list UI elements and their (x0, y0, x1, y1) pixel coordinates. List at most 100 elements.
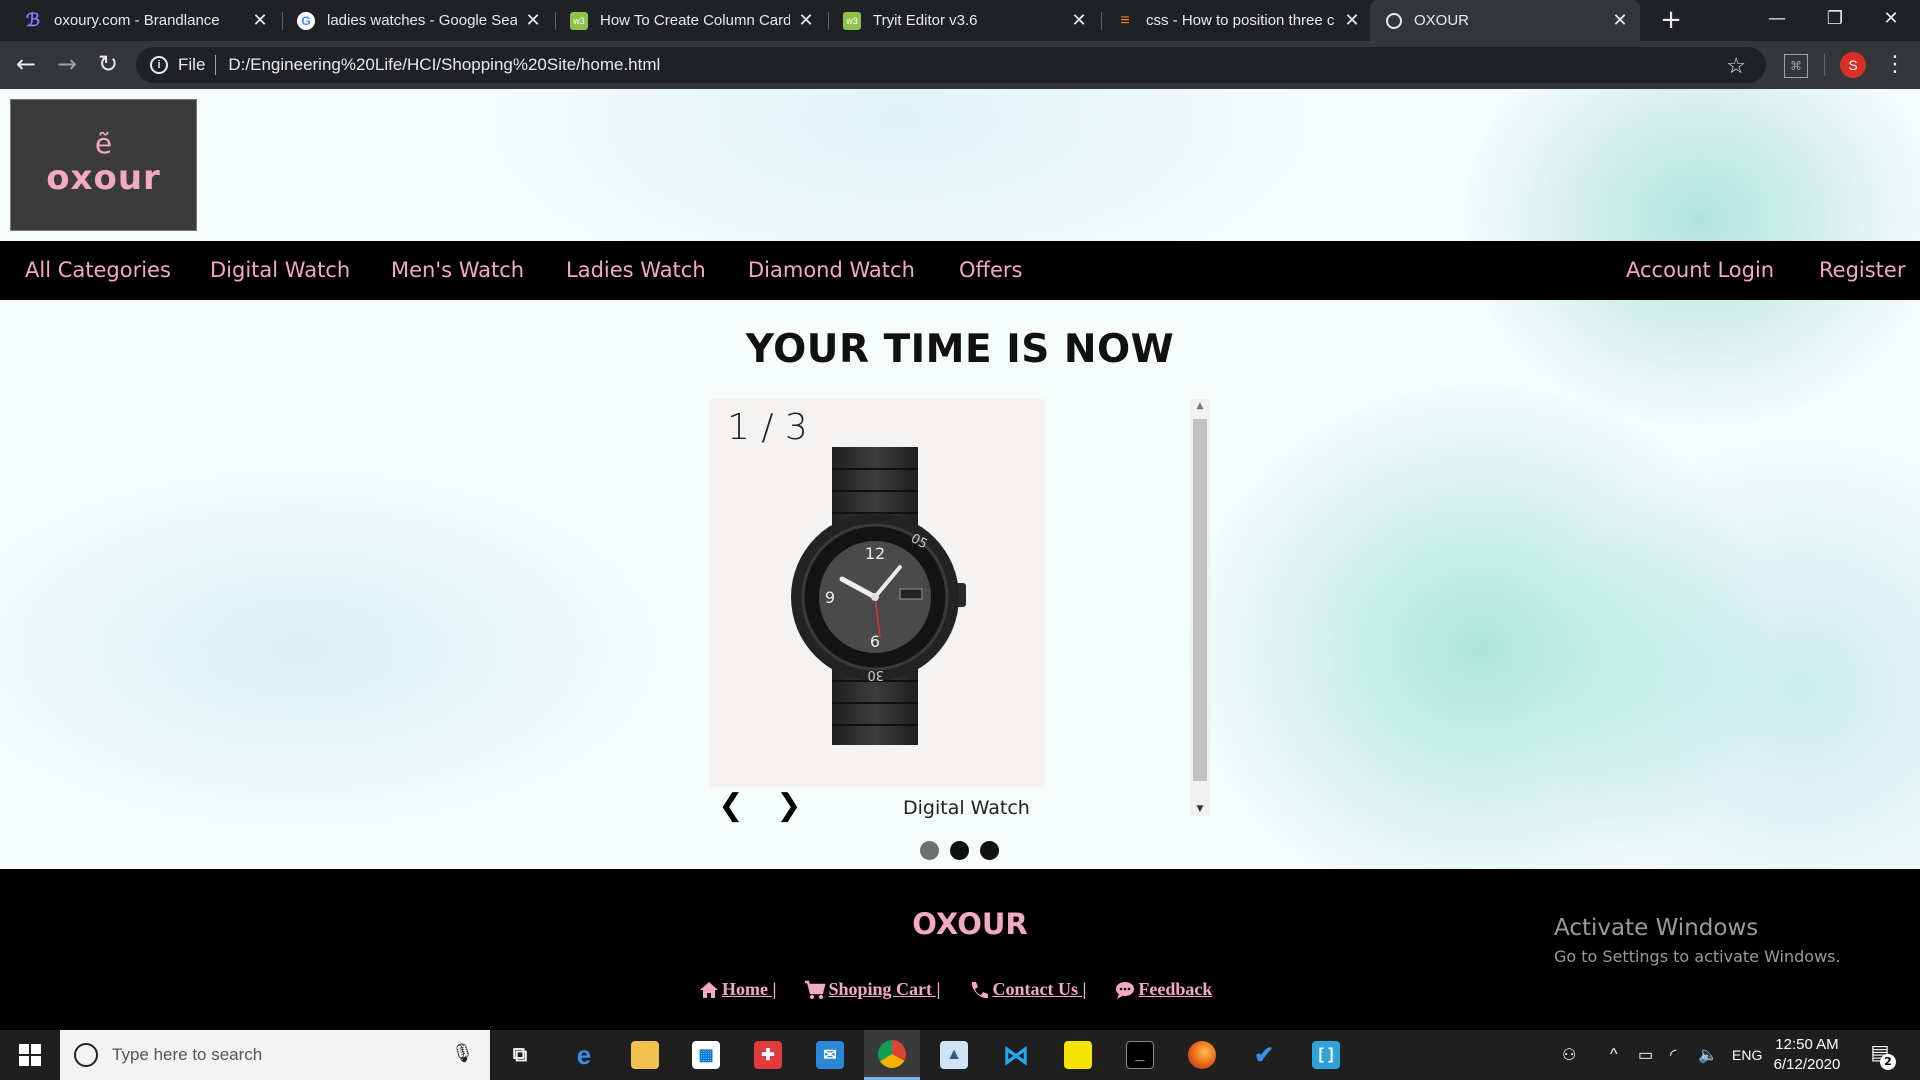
address-separator (215, 55, 217, 75)
action-center-icon[interactable]: ▤ 2 (1864, 1040, 1896, 1070)
start-button[interactable] (0, 1030, 60, 1080)
kebab-menu-icon[interactable]: ⋮ (1884, 50, 1906, 80)
logo-text: oxour (46, 158, 161, 198)
footer-link-home[interactable]: Home | (698, 979, 776, 1000)
sticky-note-icon (1064, 1041, 1092, 1069)
scheme-label: File (178, 55, 206, 74)
taskbar-file-explorer[interactable] (617, 1030, 673, 1080)
tab-oxour[interactable]: OXOUR ✕ (1370, 0, 1640, 41)
chrome-icon (878, 1039, 906, 1068)
footer-links: Home | Shoping Cart | Contact Us | Feedb… (698, 979, 1212, 1000)
slideshow-container[interactable]: 1 / 3 12 6 9 05 30 Digital Watch ❮ ❯ ▲ ▼ (710, 399, 1210, 821)
slide-dot-3[interactable] (980, 841, 999, 860)
people-icon[interactable]: ⚇ (1562, 1030, 1576, 1080)
hero-title: YOUR TIME IS NOW (745, 327, 1175, 372)
slideshow-scrollbar[interactable]: ▲ ▼ (1190, 399, 1210, 816)
taskbar-photos[interactable]: ▲ (926, 1030, 982, 1080)
restore-button[interactable]: ❐ (1806, 0, 1864, 41)
taskbar-gift-app[interactable]: ✚ (740, 1030, 796, 1080)
task-view-button[interactable]: ⧉ (492, 1030, 548, 1080)
minimize-button[interactable]: — (1748, 0, 1806, 41)
tab-brandlance[interactable]: ℬ oxoury.com - Brandlance ✕ (0, 0, 280, 41)
activate-windows-watermark: Activate Windows Go to Settings to activ… (1554, 915, 1841, 966)
gift-icon: ✚ (754, 1041, 782, 1069)
tab-stackoverflow[interactable]: ≡ css - How to position three c ✕ (1092, 0, 1372, 41)
slide-dot-2[interactable] (950, 841, 969, 860)
tab-close-icon[interactable]: ✕ (523, 10, 543, 31)
prev-slide-button[interactable]: ❮ (716, 791, 746, 821)
slide-dots (920, 841, 999, 860)
bracket-app-icon: [ ] (1312, 1041, 1340, 1069)
profile-avatar[interactable]: S (1840, 52, 1866, 78)
terminal-icon: _ (1126, 1041, 1154, 1069)
forward-arrow-icon[interactable]: → (51, 49, 83, 81)
taskbar-chrome[interactable] (864, 1030, 920, 1080)
nav-account-login[interactable]: Account Login (1626, 241, 1774, 300)
nav-all-categories[interactable]: All Categories (25, 241, 171, 300)
stackoverflow-icon: ≡ (1120, 11, 1130, 29)
address-bar[interactable]: i File D:/Engineering%20Life/HCI/Shoppin… (136, 47, 1766, 83)
bookmark-star-icon[interactable]: ☆ (1726, 53, 1746, 79)
edge-icon: e (576, 1039, 592, 1070)
taskbar-mail[interactable]: ✉ (802, 1030, 858, 1080)
tab-close-icon[interactable]: ✕ (1610, 10, 1630, 31)
svg-text:12: 12 (865, 544, 885, 563)
battery-icon[interactable]: ▭ (1638, 1030, 1653, 1080)
phone-icon (972, 981, 989, 998)
volume-icon[interactable]: 🔈 (1698, 1030, 1718, 1080)
browser-toolbar: ← → ↻ i File D:/Engineering%20Life/HCI/S… (0, 41, 1920, 89)
nav-diamond-watch[interactable]: Diamond Watch (748, 241, 915, 300)
nav-ladies-watch[interactable]: Ladies Watch (566, 241, 706, 300)
store-icon: ▦ (692, 1041, 720, 1069)
taskbar-vscode[interactable]: ⋈ (988, 1030, 1044, 1080)
taskbar-search-input[interactable]: Type here to search 🎙 (60, 1030, 490, 1080)
watermark-subtitle: Go to Settings to activate Windows. (1554, 947, 1841, 966)
taskbar-clock[interactable]: 12:50 AM 6/12/2020 (1762, 1035, 1852, 1075)
site-logo[interactable]: ẽ oxour (10, 99, 197, 231)
taskbar-firefox[interactable] (1174, 1030, 1230, 1080)
nav-register[interactable]: Register (1819, 241, 1905, 300)
tab-close-icon[interactable]: ✕ (1342, 10, 1362, 31)
new-tab-button[interactable]: + (1656, 5, 1686, 35)
tab-tryit-editor[interactable]: w3 Tryit Editor v3.6 ✕ (819, 0, 1099, 41)
language-indicator[interactable]: ENG (1732, 1030, 1762, 1080)
scroll-down-arrow-icon[interactable]: ▼ (1190, 804, 1210, 814)
taskbar-terminal[interactable]: _ (1112, 1030, 1168, 1080)
tab-close-icon[interactable]: ✕ (250, 10, 270, 31)
browser-tab-bar: ℬ oxoury.com - Brandlance ✕ G ladies wat… (0, 0, 1920, 41)
notification-badge: 2 (1880, 1054, 1896, 1070)
pdf-extension-icon[interactable]: ⌘ (1784, 54, 1808, 78)
footer-link-contact[interactable]: Contact Us | (968, 979, 1086, 1000)
tab-close-icon[interactable]: ✕ (796, 10, 816, 31)
nav-digital-watch[interactable]: Digital Watch (210, 241, 350, 300)
scrollbar-thumb[interactable] (1193, 419, 1207, 781)
footer-link-cart[interactable]: Shoping Cart | (804, 979, 940, 1000)
tray-chevron-up-icon[interactable]: ^ (1610, 1030, 1618, 1080)
tab-column-cards[interactable]: w3 How To Create Column Card ✕ (546, 0, 826, 41)
close-window-button[interactable]: ✕ (1862, 0, 1920, 41)
tab-close-icon[interactable]: ✕ (1069, 10, 1089, 31)
firefox-icon (1188, 1041, 1216, 1069)
taskbar-app-bracket[interactable]: [ ] (1298, 1030, 1354, 1080)
back-arrow-icon[interactable]: ← (10, 49, 42, 81)
taskbar-sticky-notes[interactable] (1050, 1030, 1106, 1080)
slide-counter: 1 / 3 (727, 407, 808, 448)
mail-icon: ✉ (816, 1041, 844, 1069)
scroll-up-arrow-icon[interactable]: ▲ (1190, 401, 1210, 411)
microphone-icon[interactable]: 🎙 (451, 1043, 474, 1064)
next-slide-button[interactable]: ❯ (774, 791, 804, 821)
taskbar-edge[interactable]: e (556, 1030, 612, 1080)
nav-offers[interactable]: Offers (959, 241, 1023, 300)
footer-link-feedback[interactable]: Feedback (1114, 979, 1212, 1000)
site-footer: OXOUR Home | Shoping Cart | Contact Us |… (0, 869, 1920, 1030)
url-text[interactable]: D:/Engineering%20Life/HCI/Shopping%20Sit… (228, 55, 660, 75)
google-icon: G (297, 11, 315, 30)
tab-google-search[interactable]: G ladies watches - Google Sear ✕ (273, 0, 553, 41)
taskbar-store[interactable]: ▦ (678, 1030, 734, 1080)
wifi-icon[interactable]: ◜ (1670, 1030, 1676, 1080)
reload-icon[interactable]: ↻ (92, 49, 124, 81)
info-icon[interactable]: i (150, 56, 168, 74)
taskbar-todo[interactable]: ✔ (1236, 1030, 1292, 1080)
nav-mens-watch[interactable]: Men's Watch (391, 241, 524, 300)
slide-dot-1[interactable] (920, 841, 939, 860)
